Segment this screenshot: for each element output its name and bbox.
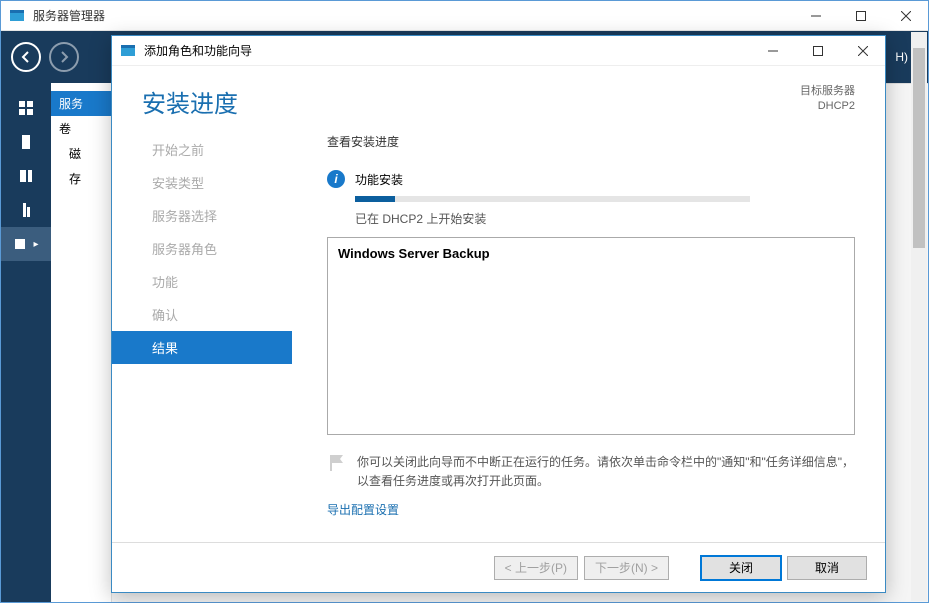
progress-bar [355, 196, 750, 202]
cancel-button[interactable]: 取消 [787, 556, 867, 580]
nav-back-button[interactable] [11, 42, 41, 72]
rail-roles-icon[interactable] [1, 193, 51, 227]
scroll-thumb[interactable] [913, 48, 925, 248]
previous-button: < 上一步(P) [494, 556, 578, 580]
info-icon: i [327, 170, 345, 188]
server-manager-icon [9, 8, 25, 24]
wizard-heading: 安装进度 [142, 84, 800, 119]
modal-minimize-button[interactable] [750, 36, 795, 65]
parent-title: 服务器管理器 [33, 7, 793, 24]
parent-scrollbar[interactable] [911, 32, 927, 601]
parent-close-button[interactable] [883, 1, 928, 30]
rail-local-server-icon[interactable] [1, 125, 51, 159]
nav-forward-button[interactable] [49, 42, 79, 72]
rail-file-services-icon[interactable]: ▸ [1, 227, 51, 261]
wizard-step-server-roles: 服务器角色 [142, 232, 292, 265]
tree-item-volumes[interactable]: 卷 [51, 116, 111, 141]
parent-minimize-button[interactable] [793, 1, 838, 30]
wizard-footer: < 上一步(P) 下一步(N) > 关闭 取消 [112, 542, 885, 592]
wizard-nav: 开始之前 安装类型 服务器选择 服务器角色 功能 确认 结果 [142, 133, 292, 542]
wizard-step-confirmation: 确认 [142, 298, 292, 331]
modal-titlebar: 添加角色和功能向导 [112, 36, 885, 66]
side-tree: 服务 卷 磁 存 [51, 83, 111, 602]
tree-item-services[interactable]: 服务 [51, 91, 111, 116]
feature-name: Windows Server Backup [338, 246, 490, 261]
rail-all-servers-icon[interactable] [1, 159, 51, 193]
status-text: 已在 DHCP2 上开始安装 [355, 210, 855, 227]
modal-title: 添加角色和功能向导 [144, 42, 750, 59]
status-label: 功能安装 [355, 171, 403, 188]
toolbar-help-indicator: H) [895, 50, 908, 64]
target-label: 目标服务器 [800, 84, 855, 99]
target-value: DHCP2 [800, 99, 855, 114]
tree-item-disks[interactable]: 磁 [51, 141, 111, 166]
icon-rail: ▸ [1, 83, 51, 602]
close-wizard-button[interactable]: 关闭 [701, 556, 781, 580]
modal-maximize-button[interactable] [795, 36, 840, 65]
progress-fill [355, 196, 395, 202]
flag-icon [327, 453, 347, 473]
section-title: 查看安装进度 [327, 133, 855, 150]
target-server-info: 目标服务器 DHCP2 [800, 84, 855, 119]
rail-dashboard-icon[interactable] [1, 91, 51, 125]
hint-text: 你可以关闭此向导而不中断正在运行的任务。请依次单击命令栏中的"通知"和"任务详细… [357, 453, 855, 491]
feature-list-box: Windows Server Backup [327, 237, 855, 435]
wizard-step-server-selection: 服务器选择 [142, 199, 292, 232]
wizard-step-installation-type: 安装类型 [142, 166, 292, 199]
wizard-step-before-you-begin: 开始之前 [142, 133, 292, 166]
next-button: 下一步(N) > [584, 556, 669, 580]
wizard-step-results[interactable]: 结果 [112, 331, 292, 364]
export-config-link[interactable]: 导出配置设置 [327, 501, 855, 518]
modal-header: 安装进度 目标服务器 DHCP2 [112, 66, 885, 133]
modal-close-button[interactable] [840, 36, 885, 65]
wizard-step-features: 功能 [142, 265, 292, 298]
tree-item-storage[interactable]: 存 [51, 166, 111, 191]
wizard-body: 查看安装进度 i 功能安装 已在 DHCP2 上开始安装 Windows Ser… [292, 133, 885, 542]
parent-titlebar: 服务器管理器 [1, 1, 928, 31]
wizard-icon [120, 43, 136, 59]
parent-maximize-button[interactable] [838, 1, 883, 30]
add-roles-wizard-dialog: 添加角色和功能向导 安装进度 目标服务器 DHCP2 开始之前 安装类型 服务器… [111, 35, 886, 593]
